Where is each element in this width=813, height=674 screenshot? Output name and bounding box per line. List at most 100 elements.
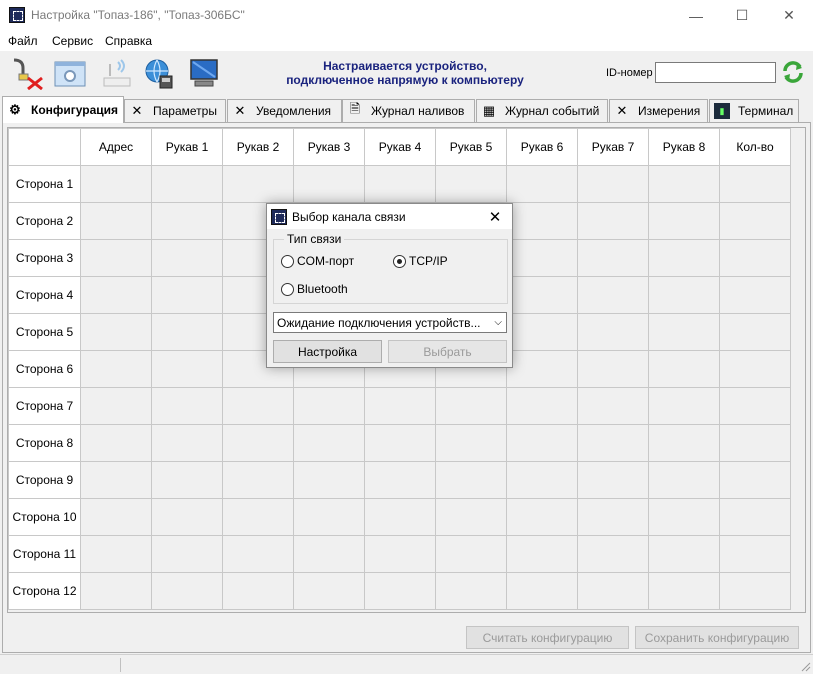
config-grid[interactable]: Адрес Рукав 1 Рукав 2 Рукав 3 Рукав 4 Ру… bbox=[7, 127, 806, 613]
menu-file[interactable]: Файл bbox=[8, 34, 38, 48]
grid-cell[interactable] bbox=[577, 276, 649, 314]
grid-cell[interactable] bbox=[293, 572, 365, 610]
id-input[interactable] bbox=[655, 62, 776, 83]
grid-cell[interactable] bbox=[151, 202, 223, 240]
refresh-icon[interactable] bbox=[781, 60, 805, 84]
computer-monitor-icon[interactable] bbox=[187, 56, 221, 90]
grid-cell[interactable] bbox=[151, 424, 223, 462]
grid-cell[interactable] bbox=[506, 313, 578, 351]
maximize-button[interactable]: ☐ bbox=[719, 0, 765, 31]
grid-cell[interactable] bbox=[151, 572, 223, 610]
grid-cell[interactable] bbox=[80, 461, 152, 499]
tab-event-log[interactable]: ▦ Журнал событий bbox=[476, 99, 608, 122]
grid-cell[interactable] bbox=[293, 165, 365, 203]
settings-window-icon[interactable] bbox=[53, 56, 87, 90]
grid-cell[interactable] bbox=[648, 202, 720, 240]
grid-cell[interactable] bbox=[577, 313, 649, 351]
grid-cell[interactable] bbox=[648, 424, 720, 462]
grid-cell[interactable] bbox=[293, 424, 365, 462]
grid-cell[interactable] bbox=[80, 424, 152, 462]
grid-cell[interactable] bbox=[719, 461, 791, 499]
grid-cell[interactable] bbox=[648, 165, 720, 203]
grid-cell[interactable] bbox=[435, 424, 507, 462]
grid-cell[interactable] bbox=[719, 535, 791, 573]
grid-cell[interactable] bbox=[577, 165, 649, 203]
grid-cell[interactable] bbox=[222, 165, 294, 203]
device-select[interactable]: Ожидание подключения устройств... ⌵ bbox=[273, 312, 507, 333]
grid-cell[interactable] bbox=[435, 387, 507, 425]
grid-cell[interactable] bbox=[151, 276, 223, 314]
grid-cell[interactable] bbox=[222, 387, 294, 425]
grid-cell[interactable] bbox=[80, 572, 152, 610]
grid-cell[interactable] bbox=[151, 498, 223, 536]
grid-cell[interactable] bbox=[719, 202, 791, 240]
grid-cell[interactable] bbox=[506, 387, 578, 425]
grid-cell[interactable] bbox=[506, 461, 578, 499]
grid-cell[interactable] bbox=[435, 535, 507, 573]
grid-cell[interactable] bbox=[648, 276, 720, 314]
grid-cell[interactable] bbox=[719, 387, 791, 425]
grid-cell[interactable] bbox=[364, 461, 436, 499]
grid-cell[interactable] bbox=[648, 461, 720, 499]
grid-cell[interactable] bbox=[364, 535, 436, 573]
grid-cell[interactable] bbox=[719, 572, 791, 610]
grid-cell[interactable] bbox=[506, 572, 578, 610]
grid-cell[interactable] bbox=[293, 461, 365, 499]
tab-measurements[interactable]: ✕ Измерения bbox=[609, 99, 708, 122]
grid-cell[interactable] bbox=[719, 276, 791, 314]
grid-cell[interactable] bbox=[506, 424, 578, 462]
tab-terminal[interactable]: ▮ Терминал bbox=[709, 99, 799, 122]
grid-cell[interactable] bbox=[364, 424, 436, 462]
grid-cell[interactable] bbox=[577, 202, 649, 240]
save-config-button[interactable]: Сохранить конфигурацию bbox=[635, 626, 799, 649]
grid-cell[interactable] bbox=[364, 387, 436, 425]
grid-cell[interactable] bbox=[577, 498, 649, 536]
disconnect-icon[interactable] bbox=[9, 56, 43, 90]
menu-service[interactable]: Сервис bbox=[52, 34, 93, 48]
grid-cell[interactable] bbox=[80, 276, 152, 314]
read-config-button[interactable]: Считать конфигурацию bbox=[466, 626, 629, 649]
grid-cell[interactable] bbox=[719, 350, 791, 388]
grid-cell[interactable] bbox=[151, 313, 223, 351]
grid-cell[interactable] bbox=[577, 424, 649, 462]
grid-cell[interactable] bbox=[719, 498, 791, 536]
grid-cell[interactable] bbox=[293, 535, 365, 573]
grid-cell[interactable] bbox=[151, 239, 223, 277]
grid-cell[interactable] bbox=[293, 387, 365, 425]
grid-cell[interactable] bbox=[506, 165, 578, 203]
grid-cell[interactable] bbox=[648, 498, 720, 536]
grid-cell[interactable] bbox=[648, 572, 720, 610]
grid-cell[interactable] bbox=[648, 313, 720, 351]
grid-cell[interactable] bbox=[648, 535, 720, 573]
grid-cell[interactable] bbox=[80, 387, 152, 425]
minimize-button[interactable]: — bbox=[673, 0, 719, 31]
grid-cell[interactable] bbox=[151, 387, 223, 425]
grid-cell[interactable] bbox=[435, 498, 507, 536]
grid-cell[interactable] bbox=[506, 202, 578, 240]
grid-cell[interactable] bbox=[648, 350, 720, 388]
dialog-close-icon[interactable]: ✕ bbox=[482, 206, 508, 228]
grid-cell[interactable] bbox=[506, 498, 578, 536]
grid-cell[interactable] bbox=[364, 165, 436, 203]
tab-parameters[interactable]: ✕ Параметры bbox=[124, 99, 226, 122]
grid-cell[interactable] bbox=[648, 387, 720, 425]
tab-configuration[interactable]: ⚙ Конфигурация bbox=[2, 96, 124, 123]
grid-cell[interactable] bbox=[577, 387, 649, 425]
grid-cell[interactable] bbox=[80, 498, 152, 536]
grid-cell[interactable] bbox=[719, 313, 791, 351]
grid-cell[interactable] bbox=[222, 535, 294, 573]
grid-cell[interactable] bbox=[577, 535, 649, 573]
grid-cell[interactable] bbox=[719, 424, 791, 462]
tab-notifications[interactable]: ✕ Уведомления bbox=[227, 99, 342, 122]
grid-cell[interactable] bbox=[222, 424, 294, 462]
grid-cell[interactable] bbox=[435, 165, 507, 203]
menu-help[interactable]: Справка bbox=[105, 34, 152, 48]
grid-cell[interactable] bbox=[506, 276, 578, 314]
wireless-device-icon[interactable] bbox=[100, 56, 134, 90]
grid-cell[interactable] bbox=[151, 165, 223, 203]
grid-cell[interactable] bbox=[80, 202, 152, 240]
radio-tcp-ip[interactable]: TCP/IP bbox=[393, 254, 448, 268]
grid-cell[interactable] bbox=[364, 572, 436, 610]
close-button[interactable]: ✕ bbox=[766, 0, 812, 31]
radio-com-port[interactable]: COM-порт bbox=[281, 254, 354, 268]
